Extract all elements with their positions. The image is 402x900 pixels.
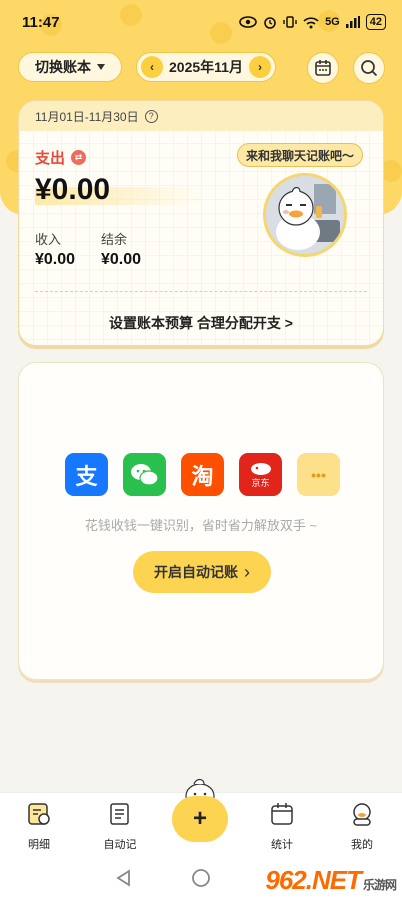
chevron-right-icon: › [244, 561, 250, 582]
taobao-icon[interactable]: 淘 [181, 453, 224, 496]
wechat-logo [130, 463, 159, 486]
caret-down-icon [97, 64, 105, 70]
swap-icon: ⇄ [71, 150, 87, 165]
back-icon[interactable] [115, 869, 131, 887]
set-budget-link[interactable]: 设置账本预算 合理分配开支 > [19, 313, 383, 333]
expense-label: 支出 [35, 150, 66, 167]
income-label: 收入 [35, 232, 62, 247]
payment-app-list: 支 淘 京东 ••• [65, 453, 340, 496]
calendar-icon [315, 60, 331, 76]
next-month-button[interactable]: › [248, 56, 271, 78]
summary-card: 11月01日-11月30日 ? 支出 ⇄ ¥0.00 收入 ¥0.00 结余 ¥… [18, 100, 384, 346]
home-icon[interactable] [191, 868, 211, 888]
alarm-icon [264, 17, 276, 29]
nav-item-auto[interactable]: 自动记 [90, 801, 150, 852]
stats-calendar-icon [271, 803, 293, 825]
more-icon[interactable]: ••• [297, 453, 340, 496]
prev-month-button[interactable]: ‹ [141, 56, 163, 78]
nav-label-details: 明细 [28, 839, 50, 851]
income-amount: ¥0.00 [35, 251, 76, 268]
network-label: 5G [325, 16, 340, 28]
alipay-icon[interactable]: 支 [65, 453, 108, 496]
eye-icon [239, 16, 257, 28]
add-record-button[interactable]: + [172, 796, 228, 842]
details-icon [28, 803, 50, 825]
jd-icon[interactable]: 京东 [239, 453, 282, 496]
nav-item-details[interactable]: 明细 [9, 801, 69, 852]
calendar-button[interactable] [307, 52, 339, 84]
status-bar: 11:47 5G 42 [0, 0, 402, 44]
duck-profile-icon [353, 803, 371, 826]
chevron-right-icon: › [257, 60, 262, 74]
duck-mascot-icon [266, 176, 344, 254]
expense-toggle[interactable]: 支出 ⇄ [35, 147, 87, 168]
balance-amount: ¥0.00 [101, 251, 142, 268]
nav-item-mine[interactable]: 我的 [332, 801, 392, 852]
duck-avatar[interactable] [263, 173, 347, 257]
status-icons: 5G 42 [239, 14, 386, 30]
chevron-left-icon: ‹ [150, 60, 154, 74]
nav-label-auto: 自动记 [103, 839, 137, 851]
auto-book-tip: 花钱收钱一键识别，省时省力解放双手 ~ [84, 518, 318, 533]
divider [35, 291, 367, 292]
start-auto-book-label: 开启自动记账 [154, 564, 238, 580]
watermark-logo: 962.NET 乐游网 [265, 865, 397, 895]
header-controls: 切换账本 ‹ 2025年11月 › [0, 52, 402, 82]
jd-dog-logo [250, 463, 271, 475]
switch-book-label: 切换账本 [35, 59, 91, 75]
month-selector: ‹ 2025年11月 › [136, 52, 276, 82]
expense-amount: ¥0.00 [35, 173, 111, 206]
switch-book-button[interactable]: 切换账本 [18, 52, 122, 82]
battery-indicator: 42 [365, 14, 386, 30]
status-time: 11:47 [22, 13, 60, 31]
nav-label-mine: 我的 [351, 839, 373, 851]
notebook-icon [110, 803, 129, 825]
date-range-header: 11月01日-11月30日 ? [19, 101, 383, 131]
search-icon [361, 60, 378, 77]
auto-book-card: 支 淘 京东 ••• 花钱收钱一键识别，省时省力解放双手 ~ 开启自动记账 › [18, 362, 384, 680]
balance-label: 结余 [101, 232, 128, 247]
wechat-icon[interactable] [123, 453, 166, 496]
plus-icon: + [192, 805, 207, 832]
signal-icon [345, 16, 360, 28]
wifi-icon [303, 16, 319, 28]
start-auto-book-button[interactable]: 开启自动记账 › [133, 551, 271, 593]
search-button[interactable] [353, 52, 385, 84]
nav-label-stats: 统计 [271, 839, 293, 851]
date-range: 11月01日-11月30日 [35, 109, 139, 124]
help-icon[interactable]: ? [144, 109, 158, 123]
nav-item-stats[interactable]: 统计 [252, 801, 312, 852]
vibrate-icon [283, 16, 297, 28]
month-label: 2025年11月 [169, 59, 243, 75]
chat-prompt-bubble[interactable]: 来和我聊天记账吧～ [236, 143, 363, 167]
